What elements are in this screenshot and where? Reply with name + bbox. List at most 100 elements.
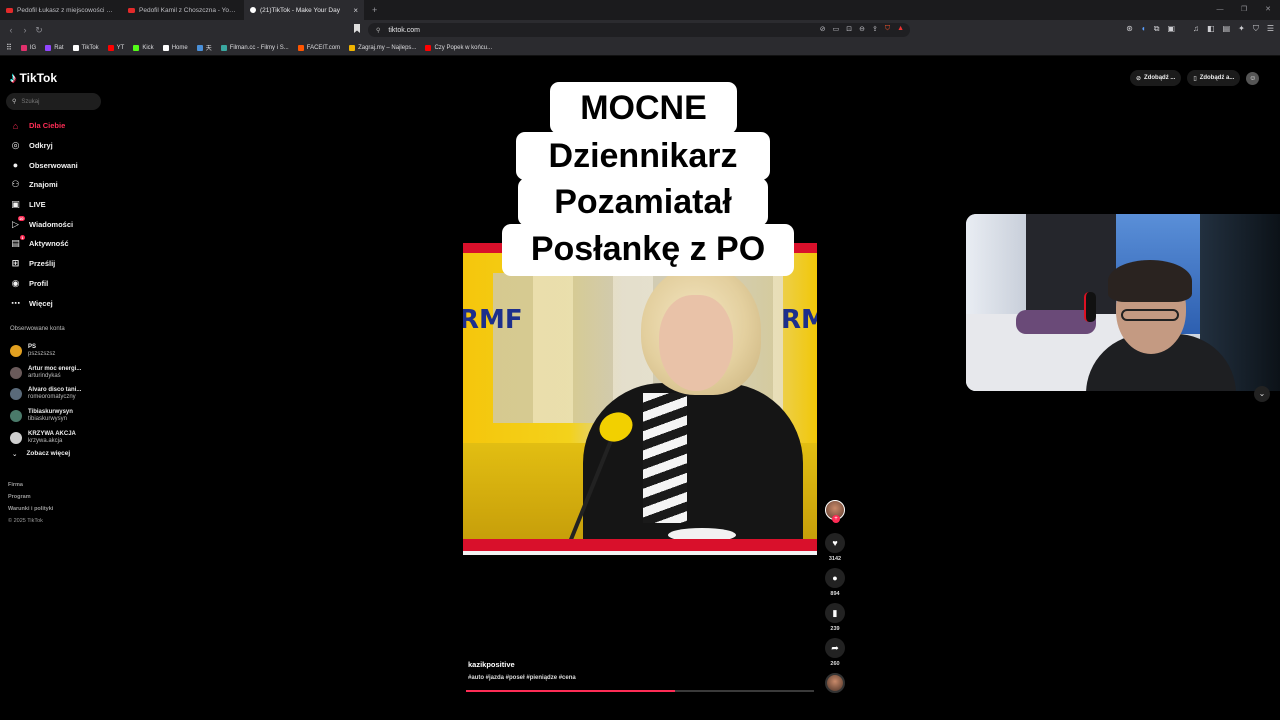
video-hashtags[interactable]: #auto #jazda #poseł #pieniądze #cena — [468, 675, 576, 681]
studio-logo-right: RMF — [781, 305, 817, 335]
followed-account[interactable]: PS pszszszsz — [10, 340, 81, 362]
followed-account[interactable]: Tibiaskurwysyn tibiaskurwysyn — [10, 405, 81, 427]
wallet-icon[interactable]: ▣ — [1167, 24, 1175, 34]
save-count: 239 — [830, 626, 840, 632]
sidebar-item-following[interactable]: ● Obserwowani — [10, 155, 78, 175]
bookmark-item[interactable]: TikTok — [72, 44, 99, 51]
apps-grid-icon[interactable]: ⠿ — [6, 43, 12, 52]
restore-icon[interactable]: ❐ — [1232, 0, 1256, 20]
mute-icon[interactable]: ⊘ — [820, 25, 826, 33]
bookmark-item[interactable]: FACEIT.com — [297, 44, 341, 51]
get-coins-label: Zdobądź ... — [1144, 75, 1176, 81]
bookmark-item[interactable]: Zagraj.my – Najleps... — [349, 44, 416, 51]
account-text: Alvaro disco tani... romeoromatyczny — [28, 387, 81, 401]
sidebar-icon[interactable]: ◧ — [1207, 24, 1215, 34]
share-button[interactable]: ➦ 260 — [825, 638, 845, 667]
search-input[interactable]: ⚲ Szukaj — [6, 93, 101, 110]
bookmark-item[interactable]: Filman.cc - Filmy i S... — [220, 44, 289, 51]
browser-tab-3-active[interactable]: (21)TikTok - Make Your Day × — [244, 0, 364, 20]
coin-icon: ⊘ — [1136, 75, 1142, 82]
followed-account[interactable]: KRZYWA AKCJA krzywa.akcja — [10, 427, 81, 449]
leo-ai-icon[interactable]: ✦ — [1238, 24, 1245, 34]
sidebar-item-friends[interactable]: ⚇ Znajomi — [10, 175, 78, 195]
extension-icons: ⊛ ◖ ⧉ ▣ ♫ ◧ ▤ ✦ ⛉ ☰ — [1126, 24, 1274, 34]
tab-title: Pedofil Kamil z Choszczna - YouTube — [139, 6, 238, 14]
like-count: 3142 — [828, 556, 842, 562]
bookmark-item[interactable]: 天 — [196, 43, 212, 52]
audio-icon[interactable]: ◖ — [1141, 24, 1146, 34]
sidebar-item-activity[interactable]: ▤ 1 Aktywność — [10, 234, 78, 254]
browser-tab-2[interactable]: Pedofil Kamil z Choszczna - YouTube — [122, 0, 244, 20]
brave-shield-icon[interactable]: ⛉ — [885, 25, 890, 33]
footer-link-company[interactable]: Firma — [8, 479, 53, 491]
reload-icon[interactable]: ↻ — [32, 25, 46, 36]
footer-link-terms[interactable]: Warunki i polityki — [8, 503, 53, 515]
sidebar-item-profile[interactable]: ◉ Profil — [10, 274, 78, 294]
forward-icon[interactable]: › — [18, 25, 32, 35]
browser-tab-1[interactable]: Pedofil Łukasz z miejscowości Łu... — [0, 0, 122, 20]
followed-account[interactable]: Artur moc energi... arturindykaś — [10, 362, 81, 384]
video-author[interactable]: kazikpositive — [468, 660, 576, 669]
zoom-icon[interactable]: ⊖ — [859, 25, 865, 33]
sidebar-item-home[interactable]: ⌂ Dla Ciebie — [10, 116, 78, 136]
sidebar-item-upload[interactable]: ⊞ Prześlij — [10, 254, 78, 274]
account-handle: krzywa.akcja — [28, 438, 63, 445]
sidebar-item-more[interactable]: ⋯ Więcej — [10, 293, 78, 313]
streamer-hair — [1108, 260, 1192, 302]
bookmark-item[interactable]: YT — [107, 44, 124, 51]
brave-rewards-icon[interactable]: ▲ — [897, 25, 904, 33]
get-app-button[interactable]: ▯ Zdobądź a... — [1187, 70, 1241, 86]
account-text: Tibiaskurwysyn tibiaskurwysyn — [28, 409, 73, 423]
caption-line-2: Dziennikarz — [516, 132, 770, 180]
bookmark-favicon-icon — [425, 44, 432, 51]
creator-avatar[interactable]: + — [825, 500, 845, 523]
profile-icon: ◉ — [11, 277, 20, 288]
minimize-icon[interactable]: — — [1208, 0, 1232, 20]
account-handle: romeoromatyczny — [28, 394, 76, 401]
user-avatar[interactable]: ☺ — [1246, 71, 1260, 85]
close-tab-icon[interactable]: × — [353, 6, 358, 15]
menu-icon[interactable]: ☰ — [1267, 24, 1274, 34]
comment-button[interactable]: ● 894 — [825, 568, 845, 597]
save-button[interactable]: ▮ 239 — [825, 603, 845, 632]
bookmark-item[interactable]: Rat — [45, 44, 64, 51]
follow-plus-icon[interactable]: + — [832, 515, 840, 523]
followed-account[interactable]: Alvaro disco tani... romeoromatyczny — [10, 384, 81, 406]
youtube-favicon-icon — [128, 7, 135, 13]
tab-search-icon[interactable]: ▤ — [1223, 24, 1231, 34]
sidebar-item-compass[interactable]: ◎ Odkryj — [10, 136, 78, 156]
new-tab-icon[interactable]: + — [364, 5, 385, 15]
bookmark-item[interactable]: IG — [20, 44, 36, 51]
video-player[interactable]: RMF RMF — [463, 243, 817, 555]
video-action-bar: + ♥ 3142 ● 894 ▮ 239 ➦ 260 — [825, 500, 845, 667]
tiktok-logo[interactable]: ♪ TikTok — [10, 70, 57, 85]
back-icon[interactable]: ‹ — [4, 25, 18, 35]
music-disc-avatar[interactable] — [825, 673, 845, 693]
site-info-icon[interactable]: ⚲ — [376, 27, 380, 34]
media-icon[interactable]: ♫ — [1193, 24, 1199, 34]
cast-icon[interactable]: ▭ — [833, 25, 840, 33]
url-field[interactable]: ⚲ tiktok.com ⊘ ▭ ⊡ ⊖ ⇪ ⛉ ▲ — [368, 23, 910, 37]
translate-icon[interactable]: ⊡ — [846, 25, 852, 33]
sidebar-item-live[interactable]: ▣ LIVE — [10, 195, 78, 215]
like-button[interactable]: ♥ 3142 — [825, 533, 845, 562]
footer-link-program[interactable]: Program — [8, 491, 53, 503]
search-placeholder: Szukaj — [21, 98, 40, 105]
bookmark-favicon-icon — [349, 44, 356, 51]
vpn-icon[interactable]: ⊛ — [1126, 24, 1133, 34]
scroll-down-chevron-icon[interactable]: ⌄ — [1254, 386, 1270, 402]
get-coins-button[interactable]: ⊘ Zdobądź ... — [1130, 70, 1182, 86]
see-more-button[interactable]: ⌄ Zobacz więcej — [12, 450, 70, 458]
bookmark-item[interactable]: Kick — [133, 44, 154, 51]
bookmark-label: FACEIT.com — [306, 44, 341, 51]
sidebar-item-messages[interactable]: ▷ 10 Wiadomości — [10, 214, 78, 234]
video-progress-bar[interactable] — [466, 690, 814, 692]
bookmark-item[interactable]: Home — [162, 44, 188, 51]
bookmark-item[interactable]: Czy Popek w końcu... — [425, 44, 492, 51]
extensions-icon[interactable]: ⧉ — [1154, 24, 1160, 34]
account-name: PS — [28, 343, 37, 350]
bookmark-page-icon[interactable] — [354, 24, 360, 33]
share-icon[interactable]: ⇪ — [872, 25, 878, 33]
security-icon[interactable]: ⛉ — [1253, 24, 1259, 34]
close-window-icon[interactable]: ✕ — [1256, 0, 1280, 20]
